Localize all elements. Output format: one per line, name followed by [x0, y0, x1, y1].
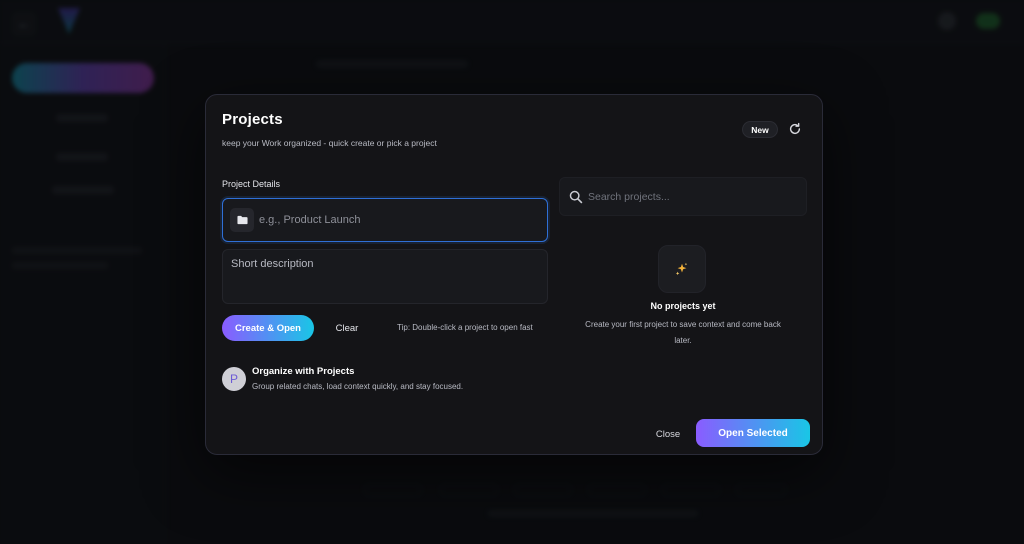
clear-button[interactable]: Clear — [328, 318, 366, 338]
project-details-label: Project Details — [222, 179, 281, 189]
search-icon — [569, 190, 583, 204]
organize-description: Group related chats, load context quickl… — [252, 382, 464, 391]
create-and-open-button[interactable]: Create & Open — [222, 315, 314, 341]
refresh-button[interactable] — [786, 120, 804, 138]
project-name-field[interactable] — [222, 198, 548, 242]
project-description-input[interactable] — [231, 258, 539, 296]
sparkles-icon — [675, 262, 688, 276]
empty-state-icon-box — [658, 245, 706, 293]
organize-title: Organize with Projects — [252, 366, 355, 377]
project-name-input[interactable] — [259, 207, 539, 233]
projects-avatar: P — [222, 367, 246, 391]
modal-title: Projects — [222, 111, 283, 128]
new-project-button[interactable]: New — [742, 121, 778, 138]
tip-text: Tip: Double-click a project to open fast — [397, 323, 533, 332]
project-description-field[interactable] — [222, 249, 548, 304]
empty-state-title: No projects yet — [650, 301, 716, 311]
project-search-box[interactable] — [559, 177, 807, 216]
empty-state-description: Create your first project to save contex… — [585, 320, 781, 345]
project-search-input[interactable] — [588, 186, 798, 208]
close-button[interactable]: Close — [646, 424, 690, 444]
modal-subtitle: keep your Work organized - quick create … — [222, 138, 437, 148]
projects-modal: Projects keep your Work organized - quic… — [205, 94, 823, 455]
refresh-icon — [789, 122, 801, 135]
folder-icon — [230, 208, 254, 232]
open-selected-button[interactable]: Open Selected — [696, 419, 810, 447]
